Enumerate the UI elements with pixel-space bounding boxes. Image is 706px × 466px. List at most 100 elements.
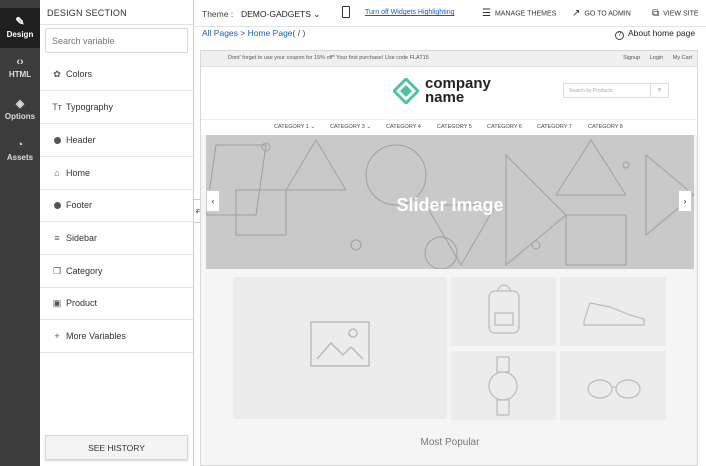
footer-dot-icon xyxy=(51,189,63,222)
theme-label: Theme : xyxy=(202,9,234,19)
rail-assets[interactable]: ◔ Assets xyxy=(0,131,40,171)
breadcrumb-path: ( / ) xyxy=(292,28,306,38)
manage-themes-button[interactable]: ☰ MANAGE THEMES xyxy=(482,8,556,19)
panel-item-label: Colors xyxy=(66,69,93,79)
top-bar: Theme : DEMO-GADGETS ⌄ Turn off Widgets … xyxy=(194,0,706,27)
panel-item-colors[interactable]: ✿ Colors xyxy=(40,58,193,91)
panel-item-sidebar[interactable]: ≡ Sidebar xyxy=(40,222,193,255)
rail-html[interactable]: ‹› HTML xyxy=(0,48,40,88)
home-icon: ⌂ xyxy=(54,168,60,178)
shoe-icon xyxy=(583,302,645,326)
banner-tile-watch[interactable] xyxy=(451,351,556,420)
plus-icon: + xyxy=(54,331,60,341)
glasses-icon xyxy=(587,379,641,399)
mobile-preview-icon[interactable] xyxy=(342,6,350,18)
view-site-button[interactable]: ⧉ VIEW SITE xyxy=(652,8,699,19)
nav-category-8[interactable]: CATEGORY 8 xyxy=(588,124,623,130)
menu-icon: ☰ xyxy=(482,8,491,19)
breadcrumb-separator: > xyxy=(240,28,246,38)
panel-item-label: More Variables xyxy=(66,331,126,341)
help-icon: ? xyxy=(615,31,624,40)
my-cart-link[interactable]: My Cart xyxy=(673,55,692,61)
panel-item-category[interactable]: ❐ Category xyxy=(40,255,193,288)
panel-divider xyxy=(40,24,193,25)
go-to-admin-button[interactable]: ↗ GO TO ADMIN xyxy=(572,8,631,19)
rail-design-label: Design xyxy=(6,30,34,39)
search-icon[interactable]: ⌕ xyxy=(650,84,668,97)
panel-item-label: Category xyxy=(66,266,103,276)
category-icon: ❐ xyxy=(52,266,62,276)
go-to-admin-label: GO TO ADMIN xyxy=(584,10,631,18)
about-home-page-link[interactable]: ? About home page xyxy=(615,28,695,40)
panel-title: DESIGN SECTION xyxy=(47,8,127,18)
panel-item-label: Typography xyxy=(66,102,114,112)
panel-item-header[interactable]: Header xyxy=(40,124,193,157)
banner-tile-large[interactable] xyxy=(233,277,447,419)
manage-themes-label: MANAGE THEMES xyxy=(494,10,557,18)
banner-tile-glasses[interactable] xyxy=(560,351,666,420)
header-dot-icon xyxy=(51,124,63,157)
signup-link[interactable]: Signup xyxy=(623,55,640,61)
theme-select[interactable]: DEMO-GADGETS ⌄ xyxy=(241,9,320,20)
code-icon: ‹› xyxy=(16,56,24,68)
design-panel: DESIGN SECTION ✿ Colors Tт Typography He… xyxy=(40,0,194,466)
breadcrumb-home-page[interactable]: Home Page xyxy=(248,28,293,38)
see-history-button[interactable]: SEE HISTORY xyxy=(45,435,188,460)
widgets-highlighting-link[interactable]: Turn off Widgets Highlighting xyxy=(365,9,455,16)
rail-design[interactable]: ✎ Design xyxy=(0,8,40,48)
image-placeholder-icon xyxy=(310,321,370,367)
nav-category-4[interactable]: CATEGORY 4 xyxy=(386,124,421,130)
rail-assets-label: Assets xyxy=(6,153,34,162)
view-site-label: VIEW SITE xyxy=(663,10,699,18)
slider: Slider Image xyxy=(206,135,694,269)
nav-category-6[interactable]: CATEGORY 6 xyxy=(487,124,522,130)
logo-line-2: name xyxy=(425,89,465,106)
nav-category-3[interactable]: CATEGORY 3 ⌄ xyxy=(330,124,371,130)
about-label: About home page xyxy=(628,28,696,38)
breadcrumb-all-pages[interactable]: All Pages xyxy=(202,28,238,38)
site-header: company name Search by Products ⌕ xyxy=(201,67,697,119)
logo-text: company name xyxy=(425,76,491,106)
slider-title: Slider Image xyxy=(396,195,504,215)
panel-item-label: Product xyxy=(66,298,98,308)
chevron-right-icon: › xyxy=(683,196,687,206)
breadcrumb: All Pages > Home Page( / ) xyxy=(202,28,305,38)
slider-next-button[interactable]: › xyxy=(678,190,692,212)
page-preview: Dont' forget to use your coupon for 15% … xyxy=(200,50,698,466)
external-link-icon: ⧉ xyxy=(652,8,660,19)
panel-item-label: Header xyxy=(66,135,96,145)
site-search-placeholder: Search by Products xyxy=(569,88,613,94)
panel-item-typography[interactable]: Tт Typography xyxy=(40,91,193,124)
watch-icon xyxy=(488,356,518,416)
banner-tile-shoe[interactable] xyxy=(560,277,666,346)
category-nav: CATEGORY 1 ⌄ CATEGORY 3 ⌄ CATEGORY 4 CAT… xyxy=(201,119,697,135)
backpack-icon xyxy=(488,284,520,334)
panel-item-footer[interactable]: Footer xyxy=(40,189,193,222)
site-search-input[interactable]: Search by Products ⌕ xyxy=(563,83,669,98)
paint-bucket-icon: ◈ xyxy=(15,98,25,110)
nav-category-1[interactable]: CATEGORY 1 ⌄ xyxy=(274,124,315,130)
promo-text: Dont' forget to use your coupon for 15% … xyxy=(228,55,429,61)
nav-category-5[interactable]: CATEGORY 5 xyxy=(437,124,472,130)
sidebar-list-icon: ≡ xyxy=(54,233,60,243)
banner-tile-backpack[interactable] xyxy=(451,277,556,346)
promo-bar: Dont' forget to use your coupon for 15% … xyxy=(201,51,697,67)
panel-item-label: Home xyxy=(66,168,91,178)
rail-html-label: HTML xyxy=(8,70,32,79)
panel-item-more-variables[interactable]: + More Variables xyxy=(40,320,193,353)
panel-item-product[interactable]: ▣ Product xyxy=(40,287,193,320)
search-variable-input[interactable] xyxy=(45,28,188,53)
brush-icon: ✎ xyxy=(15,16,25,28)
panel-item-label: Footer xyxy=(66,200,93,210)
typography-icon: Tт xyxy=(52,102,62,112)
rail-options-label: Options xyxy=(4,112,36,121)
nav-category-7[interactable]: CATEGORY 7 xyxy=(537,124,572,130)
panel-item-home[interactable]: ⌂ Home xyxy=(40,157,193,190)
promo-links: Signup Login My Cart xyxy=(615,55,692,61)
login-link[interactable]: Login xyxy=(650,55,663,61)
logo-icon xyxy=(393,78,419,104)
rail-options[interactable]: ◈ Options xyxy=(0,90,40,130)
slider-prev-button[interactable]: ‹ xyxy=(206,190,220,212)
product-icon: ▣ xyxy=(52,298,62,308)
chevron-left-icon: ‹ xyxy=(211,196,215,206)
